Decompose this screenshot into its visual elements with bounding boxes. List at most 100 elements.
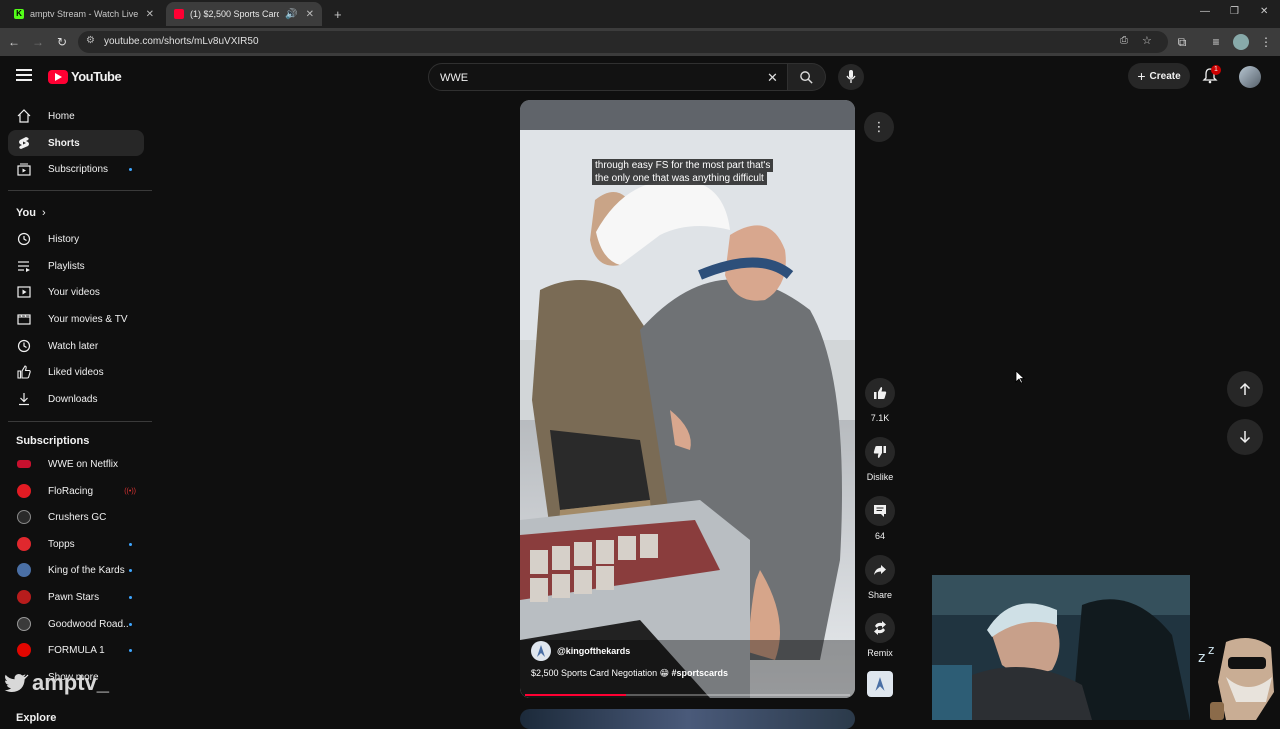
channel-handle[interactable]: @kingofthekards (557, 646, 630, 656)
new-content-dot (129, 542, 132, 546)
sidebar-item-shorts[interactable]: Shorts (8, 130, 144, 156)
kick-favicon-icon: K (14, 9, 24, 19)
create-label: Create (1149, 70, 1181, 82)
bookmark-star-icon[interactable]: ☆ (1142, 34, 1152, 47)
sidebar-item-label: Subscriptions (48, 163, 109, 175)
search-button[interactable] (788, 63, 826, 91)
sidebar-item-home[interactable]: Home (8, 103, 144, 129)
share-label: Share (867, 590, 893, 600)
sidebar-sub-topps[interactable]: Topps (8, 531, 144, 557)
channel-avatar (16, 589, 32, 605)
close-tab-icon[interactable]: ✕ (306, 9, 314, 20)
profile-avatar[interactable] (1233, 34, 1249, 50)
sidebar-item-label: Shorts (48, 137, 80, 149)
sidebar-item-liked-videos[interactable]: Liked videos (8, 359, 144, 385)
address-bar[interactable]: ⚙ youtube.com/shorts/mLv8uVXIR50 ⎙ ☆ (78, 31, 1168, 53)
search-input[interactable]: WWE ✕ (428, 63, 788, 91)
sidebar-sub-king-of-the-kards[interactable]: King of the Kards (8, 557, 144, 583)
close-tab-icon[interactable]: ✕ (146, 9, 154, 20)
sidebar-sub-goodwood-road[interactable]: Goodwood Road... (8, 611, 144, 637)
chevron-right-icon: › (41, 207, 46, 219)
channel-avatar[interactable] (531, 641, 551, 661)
sidebar: Home Shorts Subscriptions You › History … (0, 98, 160, 724)
remix-button[interactable]: Remix (862, 613, 898, 658)
sidebar-sub-formula-1[interactable]: FORMULA 1 (8, 637, 144, 663)
media-control-icon[interactable]: ≡ (1208, 34, 1224, 50)
notifications-button[interactable]: 1 (1202, 65, 1221, 86)
like-button[interactable]: 7.1K (862, 378, 898, 423)
new-content-dot (129, 648, 132, 652)
sidebar-item-playlists[interactable]: Playlists (8, 253, 144, 279)
channel-avatar (16, 536, 32, 552)
sound-thumbnail[interactable] (867, 671, 893, 697)
sidebar-item-label: FloRacing (48, 485, 94, 497)
sidebar-section-you[interactable]: You › (16, 207, 46, 219)
sidebar-item-your-videos[interactable]: Your videos (8, 279, 144, 305)
search-icon (800, 71, 813, 84)
channel-info[interactable]: @kingofthekards (531, 641, 630, 661)
site-info-icon[interactable]: ⚙ (86, 35, 95, 46)
comment-count: 64 (874, 531, 885, 541)
sidebar-item-subscriptions[interactable]: Subscriptions (8, 156, 144, 182)
channel-avatar (16, 562, 32, 578)
minimize-icon[interactable]: — (1200, 6, 1210, 17)
forward-icon[interactable]: → (30, 34, 46, 50)
sidebar-item-label: Downloads (48, 393, 98, 405)
tab-title: (1) $2,500 Sports Card Neg (190, 9, 280, 19)
youtube-play-logo-icon (48, 69, 68, 84)
sidebar-sub-crushers-gc[interactable]: Crushers GC (8, 504, 144, 530)
hashtag-link[interactable]: #sportscards (671, 668, 728, 678)
install-app-icon[interactable]: ⎙ (1120, 35, 1128, 46)
url-text: youtube.com/shorts/mLv8uVXIR50 (104, 36, 259, 47)
sidebar-sub-pawn-stars[interactable]: Pawn Stars (8, 584, 144, 610)
channel-avatar (16, 616, 32, 632)
subscriptions-icon (16, 161, 32, 177)
dislike-button[interactable]: Dislike (862, 437, 898, 482)
your-videos-icon (16, 284, 32, 300)
sidebar-item-label: History (48, 233, 80, 245)
browser-tab-kick[interactable]: K amptv Stream - Watch Live on ✕ (6, 2, 162, 26)
thumbs-up-icon (865, 378, 895, 408)
reload-icon[interactable]: ↻ (54, 34, 70, 50)
account-avatar[interactable] (1239, 66, 1261, 88)
sidebar-sub-floracing[interactable]: FloRacing ((•)) (8, 478, 144, 504)
youtube-logo[interactable]: YouTube (48, 69, 122, 84)
sidebar-item-history[interactable]: History (8, 226, 144, 252)
maximize-icon[interactable]: ❐ (1230, 6, 1239, 17)
extensions-icon[interactable]: ⧉ (1174, 34, 1190, 50)
create-button[interactable]: + Create (1128, 63, 1190, 89)
section-title: You (16, 207, 36, 219)
sidebar-item-downloads[interactable]: Downloads (8, 386, 144, 412)
remix-icon (865, 613, 895, 643)
notification-badge: 1 (1211, 65, 1221, 75)
live-indicator-icon: ((•)) (124, 487, 136, 495)
sidebar-item-watch-later[interactable]: Watch later (8, 333, 144, 359)
chrome-menu-icon[interactable]: ⋮ (1258, 34, 1274, 50)
short-video-player[interactable]: through easy FS for the most part that's… (520, 100, 855, 698)
share-icon (865, 555, 895, 585)
next-short-preview[interactable] (520, 709, 855, 729)
clear-search-icon[interactable]: ✕ (767, 70, 778, 86)
hamburger-menu-icon[interactable] (16, 69, 32, 81)
comments-button[interactable]: 64 (862, 496, 898, 541)
close-window-icon[interactable]: ✕ (1260, 6, 1268, 17)
more-options-icon[interactable]: ⋮ (864, 112, 894, 142)
voice-search-button[interactable] (838, 64, 864, 90)
liked-icon (16, 364, 32, 380)
previous-short-button[interactable] (1227, 371, 1263, 407)
sidebar-item-label: Goodwood Road... (48, 618, 129, 630)
back-icon[interactable]: ← (6, 34, 22, 50)
logo-text: YouTube (71, 69, 122, 84)
sidebar-item-movies[interactable]: Your movies & TV (8, 306, 144, 332)
share-button[interactable]: Share (862, 555, 898, 600)
mouse-cursor-icon (1015, 370, 1025, 384)
sidebar-sub-wwe-on-netflix[interactable]: WWE on Netflix (8, 451, 144, 477)
browser-tab-youtube[interactable]: (1) $2,500 Sports Card Neg 🔊 ✕ (166, 2, 322, 26)
new-tab-button[interactable]: + (326, 2, 346, 26)
shorts-icon (16, 135, 32, 151)
video-progress-track[interactable] (525, 694, 850, 696)
channel-avatar (16, 642, 32, 658)
sidebar-item-label: King of the Kards (48, 564, 125, 576)
next-short-button[interactable] (1227, 419, 1263, 455)
audio-playing-icon[interactable]: 🔊 (285, 9, 297, 20)
